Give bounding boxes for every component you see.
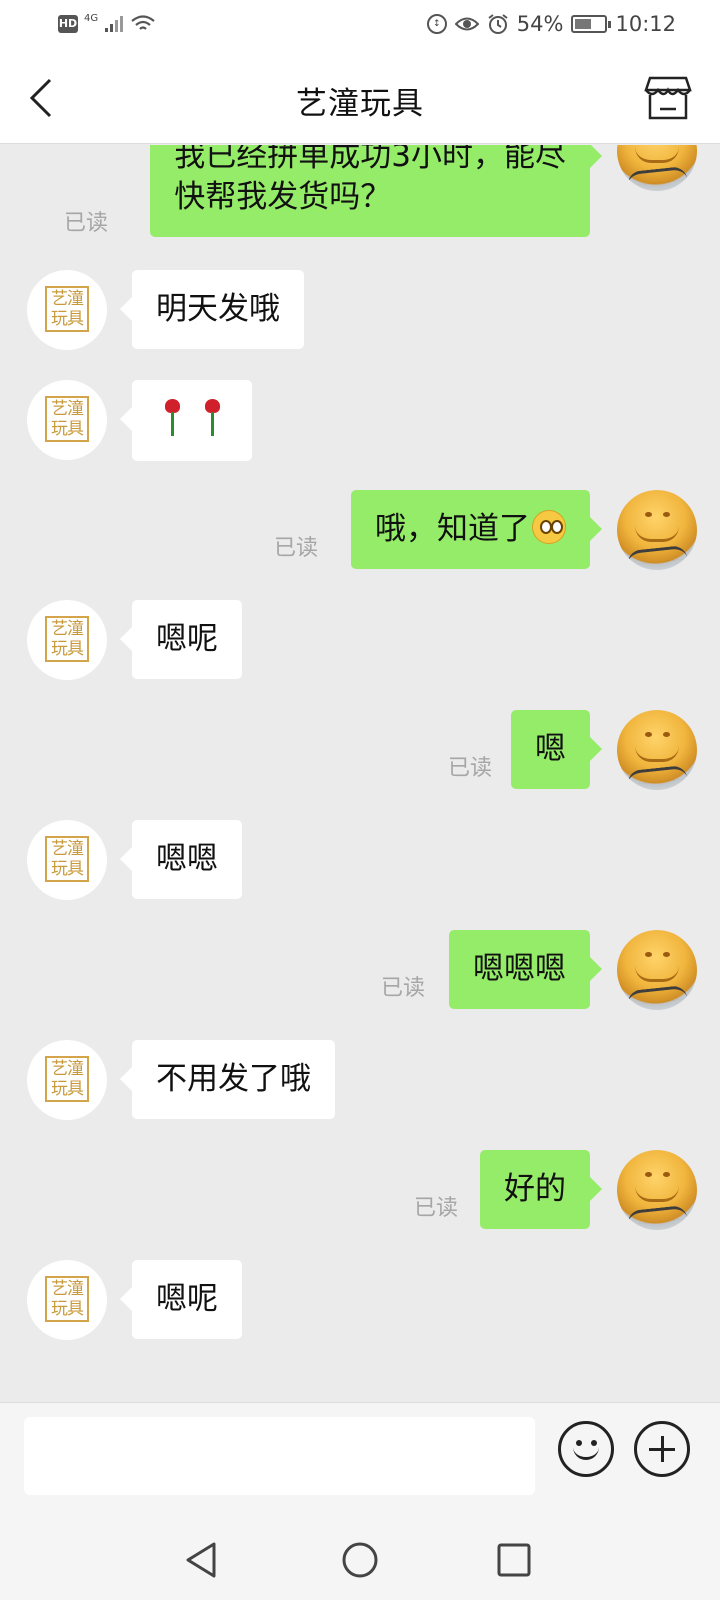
shop-logo: 艺潼 玩具 bbox=[45, 396, 89, 442]
rose-emoji-icon bbox=[202, 399, 222, 437]
received-bubble[interactable]: 明天发哦 bbox=[120, 270, 304, 349]
shop-avatar[interactable]: 艺潼 玩具 bbox=[27, 820, 107, 900]
data-saver-icon: ↕ bbox=[426, 14, 447, 34]
user-avatar[interactable] bbox=[617, 490, 697, 570]
input-bar bbox=[0, 1402, 720, 1520]
shop-logo: 艺潼 玩具 bbox=[45, 1056, 89, 1102]
square-recent-icon[interactable] bbox=[494, 1540, 534, 1580]
message-text: 嗯呢 bbox=[156, 1281, 218, 1317]
shop-logo: 艺潼 玩具 bbox=[45, 836, 89, 882]
page-title: 艺潼玩具 bbox=[296, 86, 424, 122]
received-bubble[interactable]: 不用发了哦 bbox=[120, 1040, 335, 1119]
received-bubble[interactable] bbox=[120, 380, 252, 461]
shop-avatar[interactable]: 艺潼 玩具 bbox=[27, 380, 107, 460]
message-text: 嗯呢 bbox=[156, 621, 218, 657]
battery-percent: 54% bbox=[516, 12, 564, 36]
message-text: 嗯嗯嗯 bbox=[473, 951, 566, 987]
read-receipt: 已读 bbox=[380, 976, 425, 1001]
rose-emoji-icon bbox=[162, 399, 182, 437]
wifi-icon bbox=[131, 15, 155, 30]
message-text: 嗯嗯 bbox=[156, 841, 218, 877]
message-list[interactable]: 已读 我已经拼单成功3小时，能尽 快帮我发货吗？ 艺潼 玩具 明天发哦 艺潼 玩具 … bbox=[0, 145, 720, 1400]
user-avatar[interactable] bbox=[617, 1150, 697, 1230]
plus-circle-icon[interactable] bbox=[634, 1421, 690, 1477]
message-input[interactable] bbox=[24, 1417, 535, 1495]
shop-avatar[interactable]: 艺潼 玩具 bbox=[27, 1260, 107, 1340]
sent-bubble[interactable]: 嗯 bbox=[511, 710, 602, 789]
smiley-icon[interactable] bbox=[558, 1421, 614, 1477]
message-text: 明天发哦 bbox=[156, 291, 280, 327]
alarm-icon bbox=[488, 14, 508, 34]
user-avatar[interactable] bbox=[617, 710, 697, 790]
message-text: 哦，知道了 bbox=[375, 511, 530, 547]
triangle-back-icon[interactable] bbox=[182, 1540, 222, 1580]
sent-bubble[interactable]: 好的 bbox=[480, 1150, 602, 1229]
received-bubble[interactable]: 嗯呢 bbox=[120, 1260, 242, 1339]
chat-header: 艺潼玩具 bbox=[0, 52, 720, 144]
received-bubble[interactable]: 嗯呢 bbox=[120, 600, 242, 679]
shop-logo: 艺潼 玩具 bbox=[45, 616, 89, 662]
eye-icon bbox=[454, 17, 479, 31]
system-nav-bar bbox=[0, 1520, 720, 1600]
user-avatar[interactable] bbox=[617, 145, 697, 191]
received-bubble[interactable]: 嗯嗯 bbox=[120, 820, 242, 899]
network-type: 4G bbox=[84, 12, 99, 24]
hd-icon: HD bbox=[58, 15, 78, 33]
shop-avatar[interactable]: 艺潼 玩具 bbox=[27, 270, 107, 350]
shop-logo: 艺潼 玩具 bbox=[45, 1276, 89, 1322]
sent-bubble[interactable]: 哦，知道了 bbox=[351, 490, 602, 569]
signal-icon bbox=[105, 16, 124, 32]
message-text: 我已经拼单成功3小时，能尽 bbox=[174, 145, 566, 174]
message-text: 好的 bbox=[504, 1171, 566, 1207]
battery-icon bbox=[571, 15, 612, 33]
read-receipt: 已读 bbox=[413, 1196, 458, 1221]
clock: 10:12 bbox=[615, 12, 676, 36]
read-receipt: 已读 bbox=[63, 211, 108, 236]
user-avatar[interactable] bbox=[617, 930, 697, 1010]
message-text: 快帮我发货吗？ bbox=[174, 179, 392, 215]
status-bar: HD 4G ↕ 54% 10:12 bbox=[0, 0, 720, 52]
read-receipt: 已读 bbox=[273, 536, 318, 561]
sent-bubble[interactable]: 我已经拼单成功3小时，能尽 快帮我发货吗？ bbox=[150, 145, 602, 237]
read-receipt: 已读 bbox=[447, 756, 492, 781]
blush-emoji-icon bbox=[532, 510, 566, 544]
storefront-icon[interactable] bbox=[644, 74, 692, 122]
shop-avatar[interactable]: 艺潼 玩具 bbox=[27, 1040, 107, 1120]
sent-bubble[interactable]: 嗯嗯嗯 bbox=[449, 930, 602, 1009]
shop-logo: 艺潼 玩具 bbox=[45, 286, 89, 332]
message-text: 嗯 bbox=[535, 731, 566, 767]
shop-avatar[interactable]: 艺潼 玩具 bbox=[27, 600, 107, 680]
message-text: 不用发了哦 bbox=[156, 1061, 311, 1097]
circle-home-icon[interactable] bbox=[340, 1540, 380, 1580]
